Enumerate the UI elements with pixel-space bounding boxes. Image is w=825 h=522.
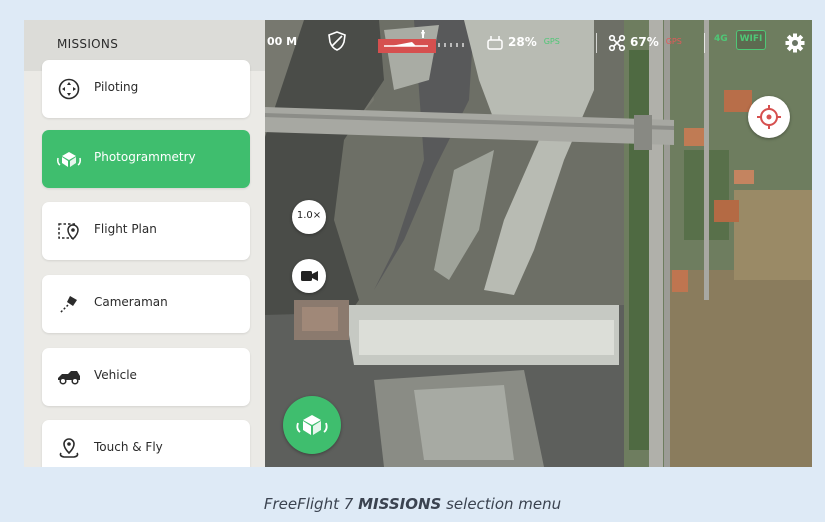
geofence-shield-icon[interactable] bbox=[328, 31, 346, 51]
video-camera-icon bbox=[301, 271, 318, 281]
cameraman-icon bbox=[56, 292, 82, 316]
mission-item-vehicle[interactable]: Vehicle bbox=[42, 348, 250, 406]
flight-plan-icon bbox=[56, 219, 82, 243]
network-4g-status: 4G bbox=[714, 34, 728, 44]
mission-label: Photogrammetry bbox=[94, 150, 196, 164]
figure-caption: FreeFlight 7 MISSIONS selection menu bbox=[0, 495, 825, 513]
target-crosshair-icon bbox=[757, 105, 781, 129]
mission-label: Cameraman bbox=[94, 295, 168, 309]
caption-prefix: FreeFlight 7 bbox=[263, 495, 359, 513]
mission-label: Vehicle bbox=[94, 368, 137, 382]
mission-label: Touch & Fly bbox=[94, 440, 163, 454]
sidebar-title: MISSIONS bbox=[57, 37, 119, 51]
caption-bold: MISSIONS bbox=[358, 495, 442, 513]
mission-item-touch-and-fly[interactable]: Touch & Fly bbox=[42, 420, 250, 467]
photogrammetry-cube-icon bbox=[56, 147, 82, 171]
vehicle-icon bbox=[56, 365, 82, 389]
piloting-icon bbox=[56, 77, 82, 101]
mission-item-cameraman[interactable]: Cameraman bbox=[42, 275, 250, 333]
photogrammetry-cube-icon bbox=[296, 415, 328, 435]
missions-sidebar: MISSIONS Piloting Photogrammetry Flight … bbox=[24, 20, 265, 467]
zoom-level-button[interactable]: 1.0× bbox=[292, 200, 326, 234]
photogrammetry-mission-button[interactable] bbox=[283, 396, 341, 454]
wifi-status-badge[interactable]: WIFI bbox=[736, 30, 766, 50]
aerial-map-view[interactable] bbox=[264, 20, 812, 467]
attitude-indicator bbox=[376, 30, 471, 54]
touch-and-fly-icon bbox=[56, 437, 82, 461]
status-divider bbox=[596, 33, 597, 53]
distance-readout: 00 M bbox=[267, 35, 298, 48]
mission-item-photogrammetry[interactable]: Photogrammetry bbox=[42, 130, 250, 188]
mission-label: Flight Plan bbox=[94, 222, 157, 236]
aerial-map-imagery bbox=[264, 20, 812, 467]
drone-gps-status: GPS bbox=[665, 37, 682, 46]
controller-icon bbox=[486, 35, 504, 51]
mission-label: Piloting bbox=[94, 80, 139, 94]
mission-item-flight-plan[interactable]: Flight Plan bbox=[42, 202, 250, 260]
app-screen: 00 M 28% GPS 67% GPS 4G WIFI 1.0× MISSIO… bbox=[24, 20, 812, 467]
caption-suffix: selection menu bbox=[441, 495, 562, 513]
status-divider bbox=[704, 33, 705, 53]
mission-item-piloting[interactable]: Piloting bbox=[42, 60, 250, 118]
controller-battery: 28% GPS bbox=[508, 35, 560, 49]
controller-gps-status: GPS bbox=[543, 37, 560, 46]
drone-icon bbox=[608, 34, 626, 52]
drone-battery: 67% GPS bbox=[630, 35, 682, 49]
wifi-label: WIFI bbox=[739, 34, 763, 44]
zoom-level-label: 1.0× bbox=[296, 210, 322, 221]
center-on-drone-button[interactable] bbox=[748, 96, 790, 138]
record-video-button[interactable] bbox=[292, 259, 326, 293]
settings-gear-icon[interactable] bbox=[784, 32, 806, 54]
